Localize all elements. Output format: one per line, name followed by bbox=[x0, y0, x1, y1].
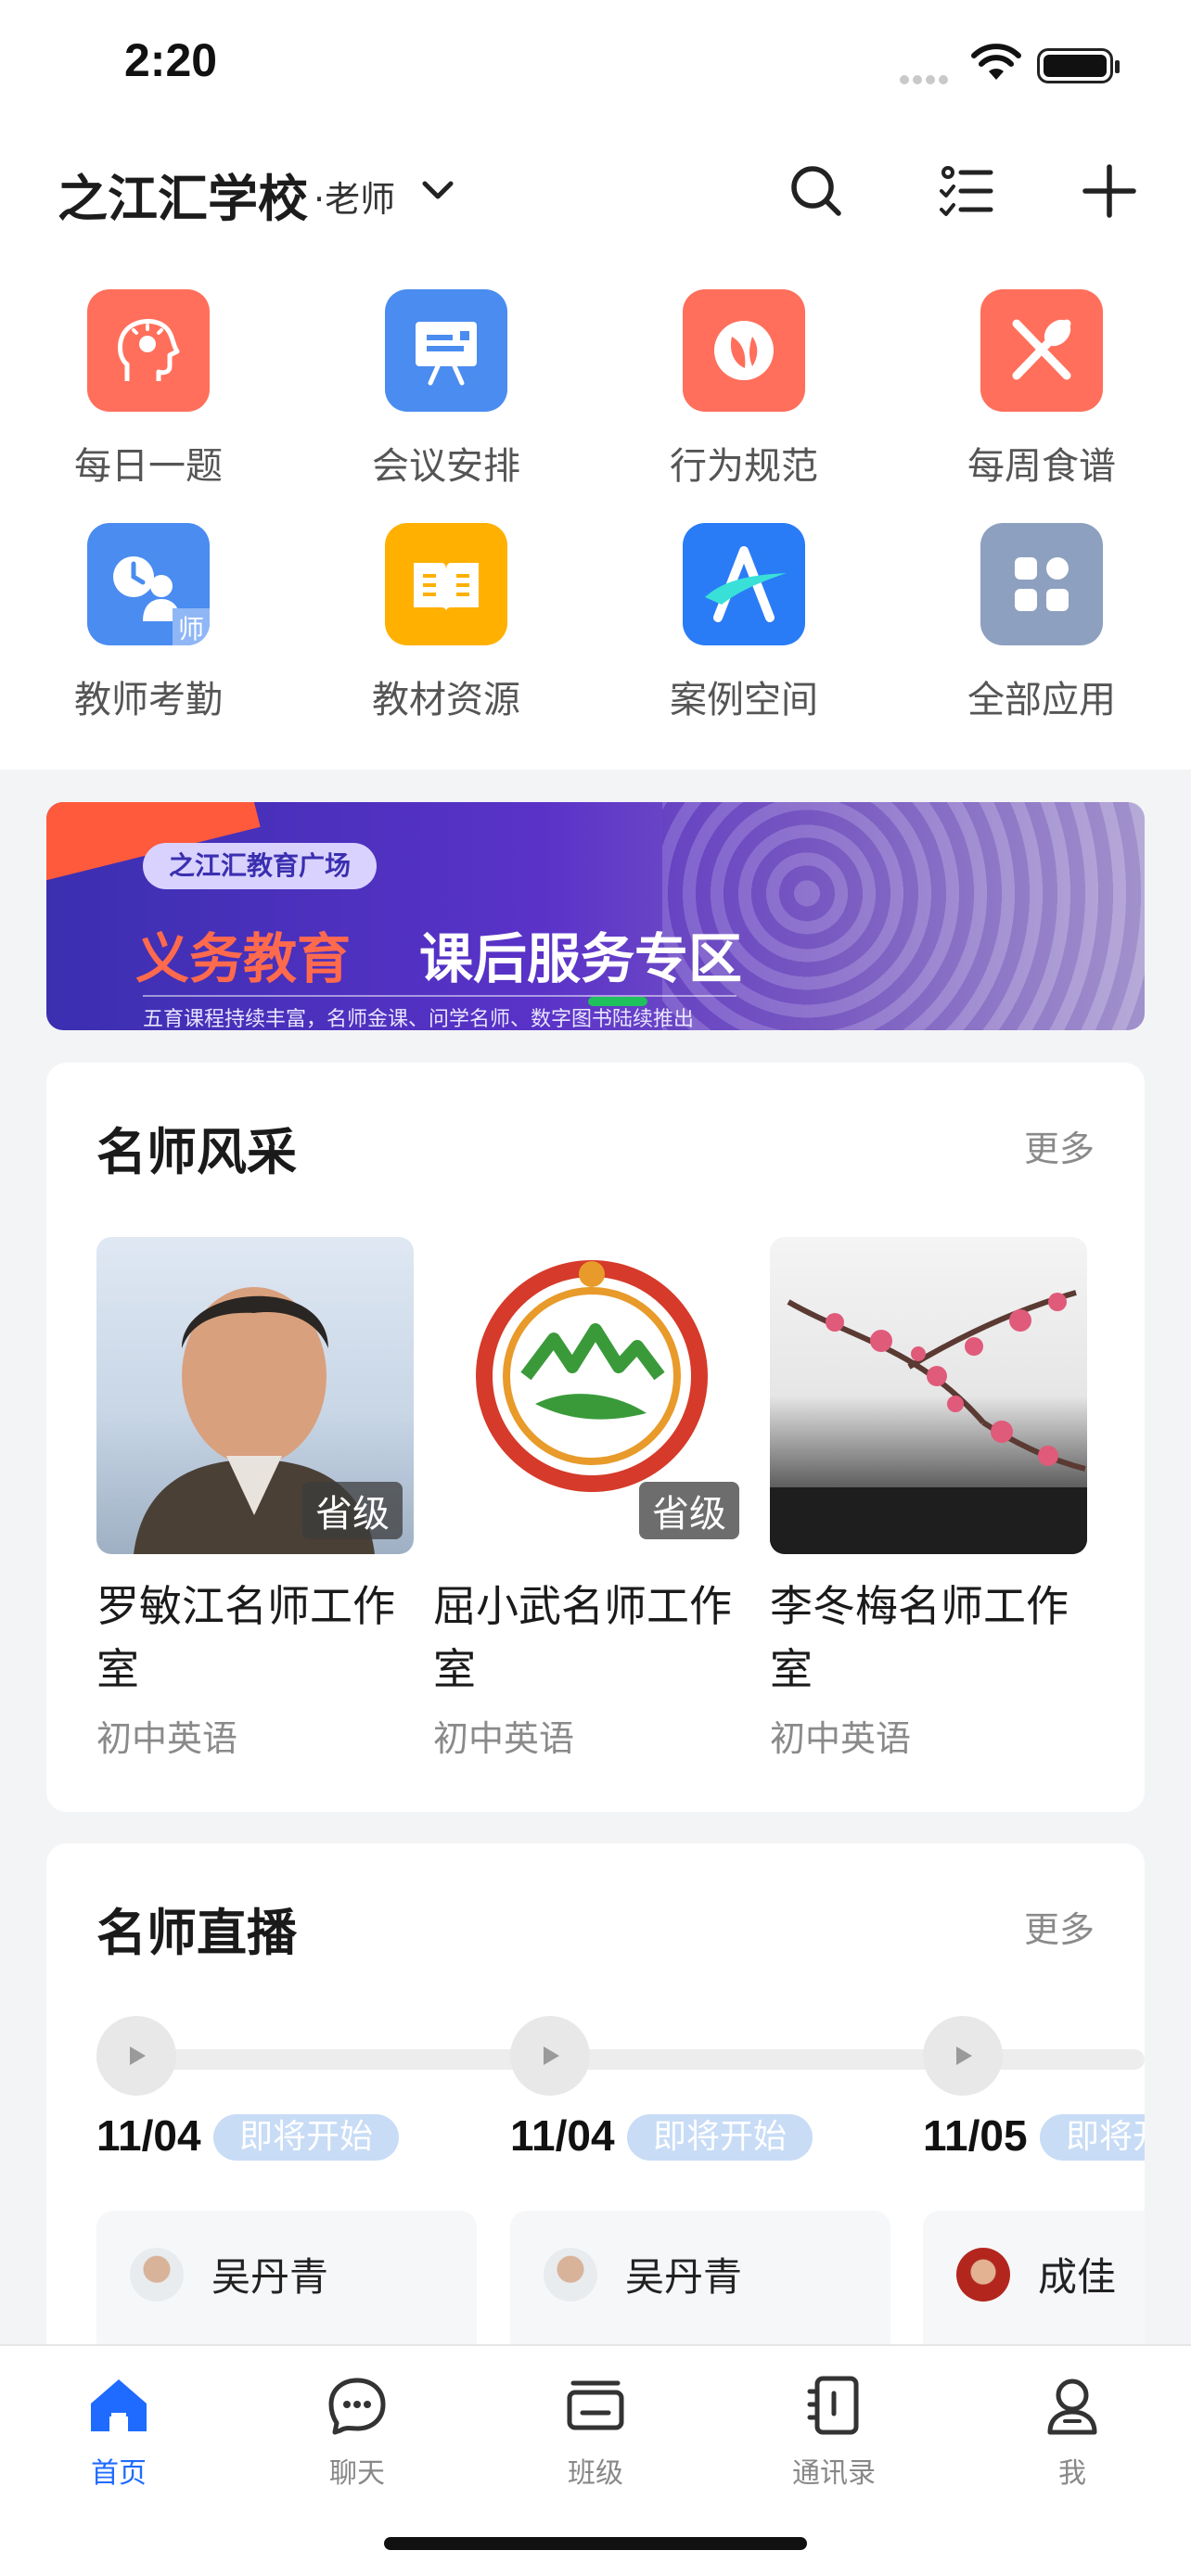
teacher-name: 吴丹青 bbox=[211, 2254, 329, 2300]
live-date: 11/05 bbox=[923, 2111, 1028, 2160]
teacher-name: 成佳 bbox=[1038, 2254, 1117, 2300]
studio-name: 罗敏江名师工作室 bbox=[96, 1581, 395, 1694]
teacher-studio-card[interactable]: 李冬梅名师工作室 初中英语 bbox=[770, 1237, 1087, 1761]
avatar bbox=[956, 2248, 1010, 2302]
section-title: 名师直播 bbox=[96, 1904, 297, 1962]
letter-a-icon bbox=[683, 523, 805, 645]
plum-blossom-photo bbox=[770, 1237, 1087, 1554]
studio-logo: 省级 bbox=[433, 1237, 750, 1554]
status-bar: 2:20 bbox=[0, 0, 1191, 130]
play-icon[interactable] bbox=[923, 2016, 1003, 2096]
live-date: 11/04 bbox=[510, 2111, 615, 2160]
banner-tag: 之江汇教育广场 bbox=[143, 843, 378, 889]
tab-class[interactable]: 班级 bbox=[503, 2372, 688, 2491]
checklist-icon[interactable] bbox=[937, 161, 996, 221]
banner-subtitle: 五育课程持续丰富，名师金课、问学名师、数字图书陆续推出 bbox=[143, 995, 736, 1030]
person-icon bbox=[1047, 2378, 1097, 2435]
home-indicator bbox=[384, 2537, 807, 2550]
play-icon[interactable] bbox=[510, 2016, 590, 2096]
promo-banner[interactable]: 之江汇教育广场 义务教育 课后服务专区 五育课程持续丰富，名师金课、问学名师、数… bbox=[46, 802, 1145, 1030]
status-badge: 即将开始 bbox=[1040, 2114, 1145, 2161]
role-label[interactable]: ·老师 bbox=[314, 171, 395, 222]
app-label: 行为规范 bbox=[670, 445, 818, 488]
level-badge: 省级 bbox=[639, 1482, 739, 1539]
app-all-apps[interactable]: 全部应用 bbox=[921, 484, 1162, 721]
avatar bbox=[544, 2248, 597, 2302]
class-icon bbox=[567, 2380, 624, 2430]
tab-label: 我 bbox=[1058, 2457, 1086, 2490]
battery-icon bbox=[1037, 48, 1120, 83]
head-lightbulb-icon bbox=[87, 289, 210, 412]
school-name[interactable]: 之江汇学校 bbox=[58, 158, 308, 231]
carousel-indicator bbox=[588, 997, 647, 1006]
shield-leaf-icon bbox=[683, 289, 805, 412]
studio-name: 屈小武名师工作室 bbox=[433, 1581, 732, 1694]
app-label: 每日一题 bbox=[74, 445, 223, 488]
app-label: 全部应用 bbox=[967, 679, 1116, 721]
teacher-photo: 省级 bbox=[96, 1237, 414, 1554]
chat-bubble-icon bbox=[328, 2378, 386, 2435]
chevron-down-icon[interactable] bbox=[419, 176, 456, 204]
banner-title-main: 课后服务专区 bbox=[419, 927, 743, 990]
app-grid: 每日一题 会议安排 行为规范 每周食谱 师 教师考勤 教材资源 案例空间 全部应… bbox=[0, 250, 1191, 770]
live-date: 11/04 bbox=[96, 2111, 201, 2160]
clock-teacher-icon: 师 bbox=[87, 523, 210, 645]
tab-label: 班级 bbox=[568, 2457, 623, 2490]
avatar bbox=[130, 2248, 184, 2302]
tab-me[interactable]: 我 bbox=[980, 2372, 1165, 2491]
presentation-board-icon bbox=[385, 289, 507, 412]
live-card-item[interactable]: 成佳 bbox=[923, 2211, 1145, 2359]
header: 之江汇学校 ·老师 bbox=[0, 130, 1191, 250]
tab-label: 通讯录 bbox=[792, 2457, 876, 2490]
studio-name: 李冬梅名师工作室 bbox=[770, 1581, 1069, 1694]
app-label: 教材资源 bbox=[372, 679, 520, 721]
play-icon[interactable] bbox=[96, 2016, 176, 2096]
app-behavior[interactable]: 行为规范 bbox=[623, 250, 864, 488]
svg-text:师: 师 bbox=[178, 614, 204, 644]
home-icon bbox=[91, 2379, 147, 2431]
famous-teachers-card: 名师风采 更多 省级 罗敏江名师工作室 初中英语 省级 屈小武名师工作室 初中英… bbox=[46, 1063, 1145, 1812]
app-label: 每周食谱 bbox=[967, 445, 1116, 488]
plus-icon[interactable] bbox=[1080, 161, 1139, 221]
app-case-space[interactable]: 案例空间 bbox=[623, 484, 864, 721]
contacts-book-icon bbox=[807, 2376, 859, 2435]
tab-label: 首页 bbox=[91, 2457, 147, 2490]
tab-label: 聊天 bbox=[329, 2457, 385, 2490]
status-time: 2:20 bbox=[124, 34, 218, 86]
banner-title-accent: 义务教育 bbox=[135, 927, 352, 990]
live-card-item[interactable]: 吴丹青 bbox=[510, 2211, 890, 2359]
fork-spoon-icon bbox=[980, 289, 1103, 412]
wifi-icon bbox=[971, 44, 1021, 80]
app-textbook[interactable]: 教材资源 bbox=[326, 484, 567, 721]
studio-subject: 初中英语 bbox=[770, 1718, 912, 1759]
grid-apps-icon bbox=[980, 523, 1103, 645]
app-daily-question[interactable]: 每日一题 bbox=[28, 250, 269, 488]
live-card: 名师直播 更多 11/04 即将开始 11/04 即将开始 11/05 即将开始… bbox=[46, 1843, 1145, 2400]
level-badge: 省级 bbox=[302, 1482, 403, 1539]
teacher-name: 吴丹青 bbox=[625, 2254, 743, 2300]
tab-home[interactable]: 首页 bbox=[26, 2372, 211, 2491]
app-label: 案例空间 bbox=[670, 679, 818, 721]
cellular-signal-icon bbox=[900, 70, 955, 84]
status-badge: 即将开始 bbox=[213, 2114, 400, 2161]
teacher-studio-card[interactable]: 省级 罗敏江名师工作室 初中英语 bbox=[96, 1237, 414, 1761]
studio-subject: 初中英语 bbox=[96, 1718, 238, 1759]
more-link[interactable]: 更多 bbox=[1024, 1901, 1095, 1952]
tab-contacts[interactable]: 通讯录 bbox=[741, 2372, 927, 2491]
search-icon[interactable] bbox=[787, 161, 846, 221]
app-meeting[interactable]: 会议安排 bbox=[326, 250, 567, 488]
teacher-studio-card[interactable]: 省级 屈小武名师工作室 初中英语 bbox=[433, 1237, 750, 1761]
status-badge: 即将开始 bbox=[627, 2114, 813, 2161]
app-label: 教师考勤 bbox=[74, 679, 223, 721]
section-title: 名师风采 bbox=[96, 1123, 297, 1181]
open-book-icon bbox=[385, 523, 507, 645]
tab-chat[interactable]: 聊天 bbox=[264, 2372, 450, 2491]
app-attendance[interactable]: 师 教师考勤 bbox=[28, 484, 269, 721]
live-card-item[interactable]: 吴丹青 bbox=[96, 2211, 477, 2359]
app-label: 会议安排 bbox=[372, 445, 520, 488]
app-weekly-menu[interactable]: 每周食谱 bbox=[921, 250, 1162, 488]
more-link[interactable]: 更多 bbox=[1024, 1120, 1095, 1171]
studio-subject: 初中英语 bbox=[433, 1718, 575, 1759]
